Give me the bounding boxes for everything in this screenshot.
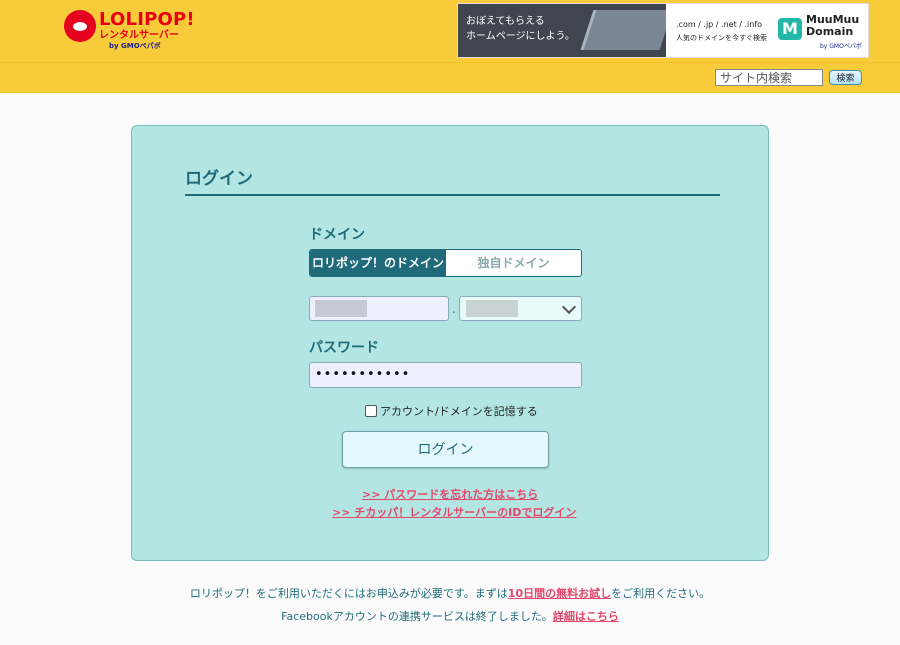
- details-link[interactable]: 詳細はこちら: [553, 610, 619, 623]
- tab-lolipop-domain[interactable]: ロリポップ！のドメイン: [310, 250, 446, 276]
- footer-facebook-notice: Facebookアカウントの連携サービスは終了しました。詳細はこちら: [0, 608, 900, 624]
- chicappa-login-link[interactable]: >> チカッパ！レンタルサーバーのIDでログイン: [332, 504, 576, 520]
- domain-separator: .: [452, 302, 456, 316]
- site-search-input[interactable]: [715, 69, 823, 86]
- site-header: LOLIPOP! レンタルサーバー by GMOペパボ おぼえてもらえる ホーム…: [0, 0, 900, 62]
- muumuu-logo-icon: [778, 18, 802, 40]
- lolipop-logo[interactable]: LOLIPOP! レンタルサーバー by GMOペパボ: [64, 10, 195, 56]
- chevron-down-icon: [561, 299, 577, 315]
- banner-headline-1: おぼえてもらえる: [466, 16, 545, 27]
- password-label: パスワード: [309, 340, 379, 356]
- logo-by-text: by GMOペパボ: [109, 42, 161, 50]
- login-title: ログイン: [185, 169, 253, 189]
- domain-redaction: [466, 300, 518, 317]
- password-field[interactable]: •••••••••••: [309, 362, 582, 388]
- site-search-button[interactable]: 検索: [829, 70, 862, 85]
- free-trial-link[interactable]: 10日間の無料お試し: [508, 587, 611, 600]
- login-submit-button[interactable]: ログイン: [342, 431, 549, 468]
- domain-label: ドメイン: [309, 227, 365, 243]
- banner-description: 人気のドメインを今すぐ検索: [676, 34, 767, 42]
- domain-select[interactable]: [459, 296, 582, 321]
- remember-account-option[interactable]: アカウント/ドメインを記憶する: [365, 403, 538, 419]
- laptop-image-icon: [580, 10, 673, 50]
- banner-tlds: .com / .jp / .net / .info: [676, 20, 763, 29]
- title-divider: [185, 194, 720, 196]
- logo-sub-text: レンタルサーバー: [99, 30, 179, 41]
- domain-type-tabs: ロリポップ！のドメイン 独自ドメイン: [309, 249, 582, 277]
- logo-main-text: LOLIPOP!: [99, 9, 195, 30]
- tab-custom-domain[interactable]: 独自ドメイン: [446, 250, 581, 276]
- footer-facebook-text: Facebookアカウントの連携サービスは終了しました。: [281, 610, 553, 623]
- muumuu-brand-name: MuuMuu Domain: [806, 13, 860, 38]
- remember-checkbox[interactable]: [365, 405, 377, 417]
- banner-headline-2: ホームページにしよう。: [466, 31, 575, 42]
- footer-trial-suffix: をご利用ください。: [611, 587, 711, 600]
- forgot-password-link[interactable]: >> パスワードを忘れた方はこちら: [362, 486, 538, 502]
- banner-photo-panel: おぼえてもらえる ホームページにしよう。: [458, 4, 673, 57]
- footer-trial-text: ロリポップ！をご利用いただくにはお申込みが必要です。まずは: [189, 587, 508, 600]
- account-id-input[interactable]: [309, 296, 449, 321]
- muumuu-domain-banner[interactable]: おぼえてもらえる ホームページにしよう。 .com / .jp / .net /…: [457, 3, 869, 58]
- login-panel: ログイン ドメイン ロリポップ！のドメイン 独自ドメイン . パスワード •••…: [131, 125, 769, 561]
- account-id-redaction: [315, 300, 367, 317]
- footer-trial-notice: ロリポップ！をご利用いただくにはお申込みが必要です。まずは10日間の無料お試しを…: [0, 585, 900, 601]
- muumuu-by-text: by GMOペパボ: [820, 43, 862, 50]
- lolipop-mark-icon: [64, 10, 96, 42]
- banner-domain-panel: .com / .jp / .net / .info 人気のドメインを今すぐ検索 …: [666, 4, 868, 57]
- remember-label: アカウント/ドメインを記憶する: [380, 405, 538, 418]
